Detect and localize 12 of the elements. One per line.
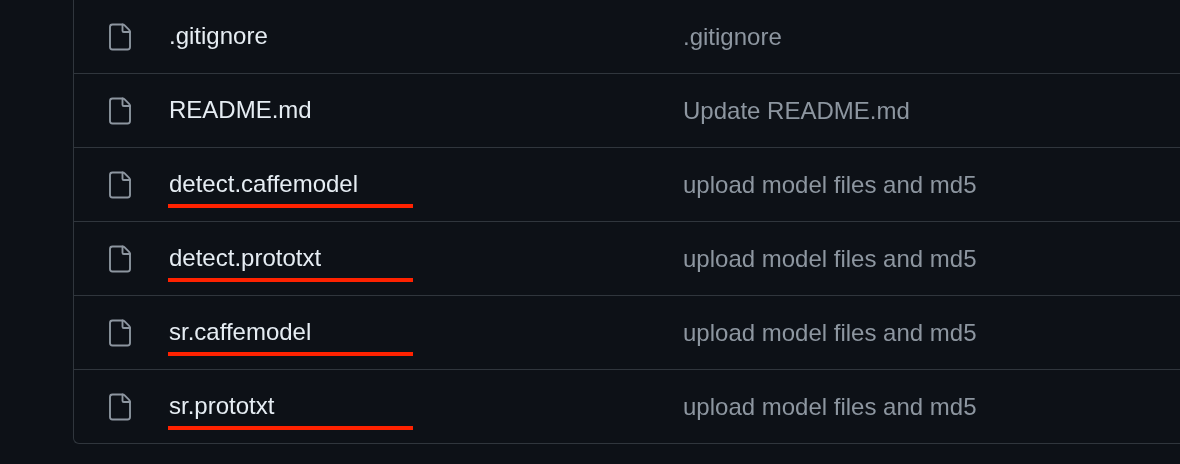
commit-message-link[interactable]: upload model files and md5 — [683, 392, 977, 421]
file-name-link[interactable]: detect.prototxt — [169, 244, 322, 271]
commit-message-link[interactable]: upload model files and md5 — [683, 170, 977, 199]
file-name-link[interactable]: sr.caffemodel — [169, 318, 312, 345]
file-name-link[interactable]: sr.prototxt — [169, 392, 275, 419]
commit-message-link[interactable]: upload model files and md5 — [683, 244, 977, 273]
commit-message-link[interactable]: .gitignore — [683, 22, 782, 51]
file-name-link[interactable]: README.md — [169, 96, 312, 123]
file-name-link[interactable]: detect.caffemodel — [169, 170, 358, 197]
commit-message-link[interactable]: upload model files and md5 — [683, 318, 977, 347]
commit-message-link[interactable]: Update README.md — [683, 96, 910, 125]
file-name-link[interactable]: .gitignore — [169, 22, 268, 49]
